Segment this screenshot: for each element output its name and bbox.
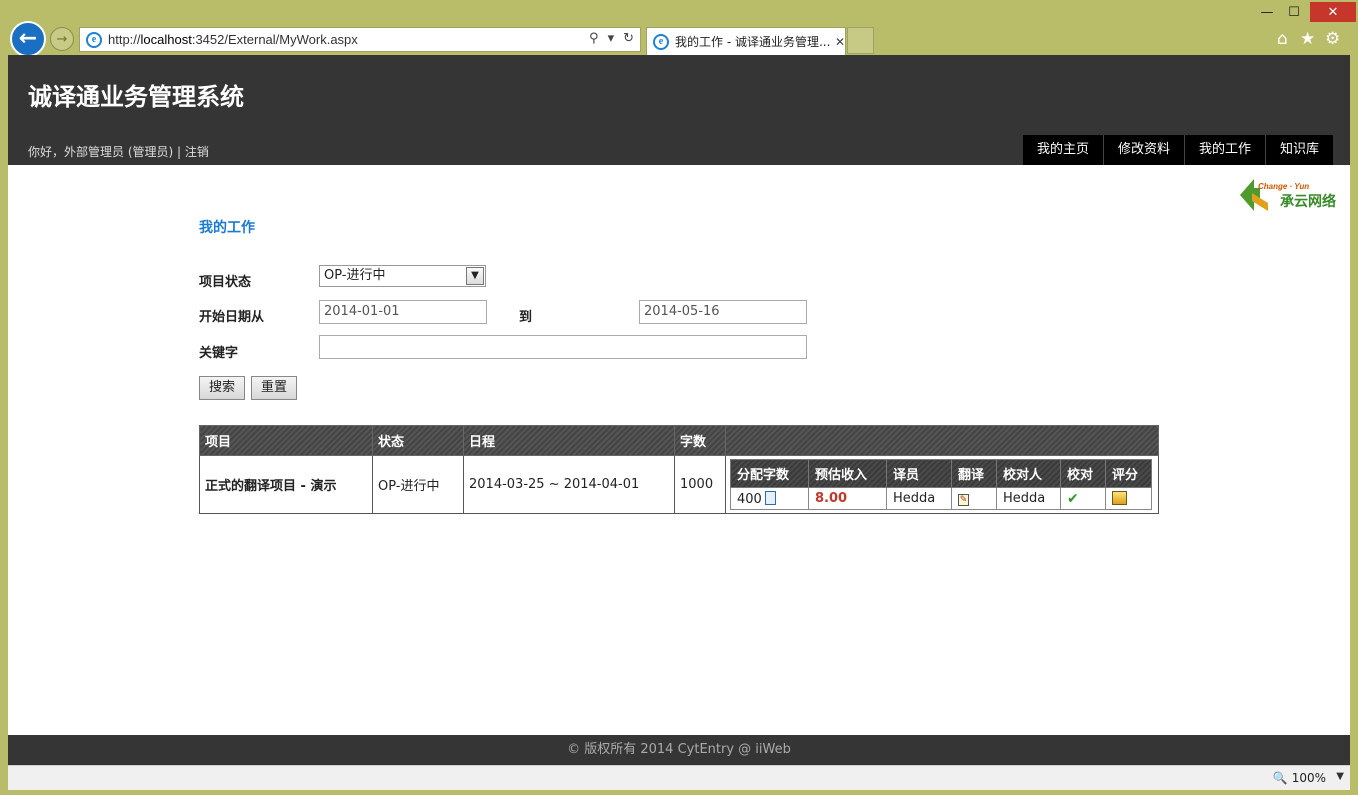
sub-col-income: 预估收入 bbox=[808, 459, 887, 488]
back-button[interactable]: ← bbox=[10, 21, 46, 57]
date-from-input[interactable]: 2014-01-01 bbox=[319, 300, 487, 324]
edit-icon[interactable]: ✎ bbox=[958, 494, 969, 506]
col-words: 字数 bbox=[674, 425, 726, 456]
keyword-label: 关键字 bbox=[199, 346, 239, 361]
assignment-table: 分配字数 预估收入 译员 翻译 校对人 校对 评分 400 8.00 Hedda… bbox=[730, 459, 1152, 510]
rating-action bbox=[1105, 487, 1152, 510]
nav-home[interactable]: 我的主页 bbox=[1022, 135, 1103, 165]
browser-tab[interactable]: e 我的工作 - 诚译通业务管理... ✕ bbox=[646, 27, 846, 55]
home-icon[interactable]: ⌂ bbox=[1277, 29, 1288, 49]
proofreader-name: Hedda bbox=[996, 487, 1061, 510]
sub-col-proofreader: 校对人 bbox=[996, 459, 1061, 488]
search-icon[interactable]: ⚲ bbox=[589, 31, 599, 46]
arrow-left-icon: ← bbox=[18, 26, 38, 51]
new-tab-button[interactable] bbox=[847, 27, 874, 54]
sub-col-rating: 评分 bbox=[1105, 459, 1152, 488]
project-words: 1000 bbox=[674, 455, 726, 514]
tab-ie-icon: e bbox=[653, 33, 669, 50]
site-title: 诚译通业务管理系统 bbox=[28, 83, 244, 111]
maximize-icon[interactable]: ☐ bbox=[1282, 2, 1306, 22]
top-navigation: 我的主页 修改资料 我的工作 知识库 bbox=[1022, 135, 1333, 165]
sub-col-translator: 译员 bbox=[886, 459, 952, 488]
translate-action: ✎ bbox=[951, 487, 997, 510]
checkmark-icon[interactable]: ✔ bbox=[1067, 491, 1079, 507]
gear-icon[interactable]: ⚙ bbox=[1325, 29, 1340, 49]
keyword-input[interactable] bbox=[319, 335, 807, 359]
dropdown-icon[interactable]: ▾ bbox=[608, 31, 615, 46]
minimize-icon[interactable]: — bbox=[1256, 2, 1278, 22]
chevron-down-icon[interactable]: ▼ bbox=[466, 267, 484, 285]
document-icon[interactable] bbox=[764, 490, 776, 505]
nav-edit-profile[interactable]: 修改资料 bbox=[1102, 135, 1184, 165]
zoom-dropdown-icon[interactable]: ▼ bbox=[1336, 771, 1344, 782]
sub-col-translate: 翻译 bbox=[951, 459, 997, 488]
assignment-row: 400 8.00 Hedda ✎ Hedda ✔ bbox=[730, 487, 1152, 510]
company-logo: Change · Yun 承云网络 bbox=[1238, 175, 1342, 215]
project-status: OP-进行中 bbox=[372, 455, 464, 514]
work-table: 项目 状态 日程 字数 正式的翻译项目 - 演示 OP-进行中 2014-03-… bbox=[199, 425, 1159, 514]
favorites-star-icon[interactable]: ★ bbox=[1300, 29, 1315, 49]
assignment-header-row: 分配字数 预估收入 译员 翻译 校对人 校对 评分 bbox=[730, 459, 1152, 488]
logo-arrow-icon bbox=[1240, 179, 1268, 211]
page-title: 我的工作 bbox=[199, 220, 255, 236]
zoom-icon: 🔍 bbox=[1272, 771, 1288, 785]
site-footer: © 版权所有 2014 CytEntry @ iiWeb bbox=[8, 735, 1350, 765]
col-project: 项目 bbox=[199, 425, 373, 456]
assignment-cell: 分配字数 预估收入 译员 翻译 校对人 校对 评分 400 8.00 Hedda… bbox=[725, 455, 1159, 514]
search-button[interactable]: 搜索 bbox=[199, 376, 246, 400]
zoom-level[interactable]: 🔍 100% bbox=[1273, 771, 1326, 785]
refresh-icon[interactable]: ↻ bbox=[623, 31, 634, 46]
proofread-action: ✔ bbox=[1060, 487, 1106, 510]
arrow-right-icon: → bbox=[56, 31, 68, 47]
sub-col-proofread: 校对 bbox=[1060, 459, 1106, 488]
project-name[interactable]: 正式的翻译项目 - 演示 bbox=[199, 455, 373, 514]
date-from-label: 开始日期从 bbox=[199, 310, 265, 325]
browser-chrome: — ☐ ✕ ← → e http://localhost:3452/Extern… bbox=[0, 0, 1358, 57]
site-header: 诚译通业务管理系统 你好，外部管理员 (管理员) | 注销 我的主页 修改资料 … bbox=[8, 55, 1350, 165]
date-to-input[interactable]: 2014-05-16 bbox=[639, 300, 807, 324]
table-header-row: 项目 状态 日程 字数 bbox=[199, 425, 1159, 456]
nav-my-work[interactable]: 我的工作 bbox=[1183, 135, 1265, 165]
page-viewport: 诚译通业务管理系统 你好，外部管理员 (管理员) | 注销 我的主页 修改资料 … bbox=[8, 55, 1350, 765]
estimated-income: 8.00 bbox=[808, 487, 887, 510]
forward-button[interactable]: → bbox=[50, 27, 74, 51]
nav-knowledge-base[interactable]: 知识库 bbox=[1264, 135, 1333, 165]
url-text: http://localhost:3452/External/MyWork.as… bbox=[108, 32, 358, 47]
date-to-label: 到 bbox=[519, 310, 533, 325]
reset-button[interactable]: 重置 bbox=[251, 376, 298, 400]
table-row: 正式的翻译项目 - 演示 OP-进行中 2014-03-25 ~ 2014-04… bbox=[199, 455, 1159, 514]
status-label: 项目状态 bbox=[199, 275, 252, 290]
tab-title: 我的工作 - 诚译通业务管理... bbox=[675, 35, 831, 49]
col-assignments bbox=[725, 425, 1159, 456]
browser-status-bar: 🔍 100% ▼ bbox=[8, 765, 1350, 790]
translator-name: Hedda bbox=[886, 487, 952, 510]
rating-icon[interactable] bbox=[1112, 490, 1127, 505]
col-schedule: 日程 bbox=[463, 425, 675, 456]
ie-icon: e bbox=[86, 31, 102, 48]
col-status: 状态 bbox=[372, 425, 464, 456]
address-bar[interactable]: e http://localhost:3452/External/MyWork.… bbox=[79, 27, 641, 52]
login-status[interactable]: 你好，外部管理员 (管理员) | 注销 bbox=[28, 143, 209, 160]
project-schedule: 2014-03-25 ~ 2014-04-01 bbox=[463, 455, 675, 514]
close-icon[interactable]: ✕ bbox=[1310, 2, 1356, 22]
sub-col-assigned-words: 分配字数 bbox=[730, 459, 809, 488]
tab-close-icon[interactable]: ✕ bbox=[835, 35, 845, 49]
assigned-words: 400 bbox=[730, 487, 809, 510]
status-select[interactable]: OP-进行中 ▼ bbox=[319, 265, 486, 287]
